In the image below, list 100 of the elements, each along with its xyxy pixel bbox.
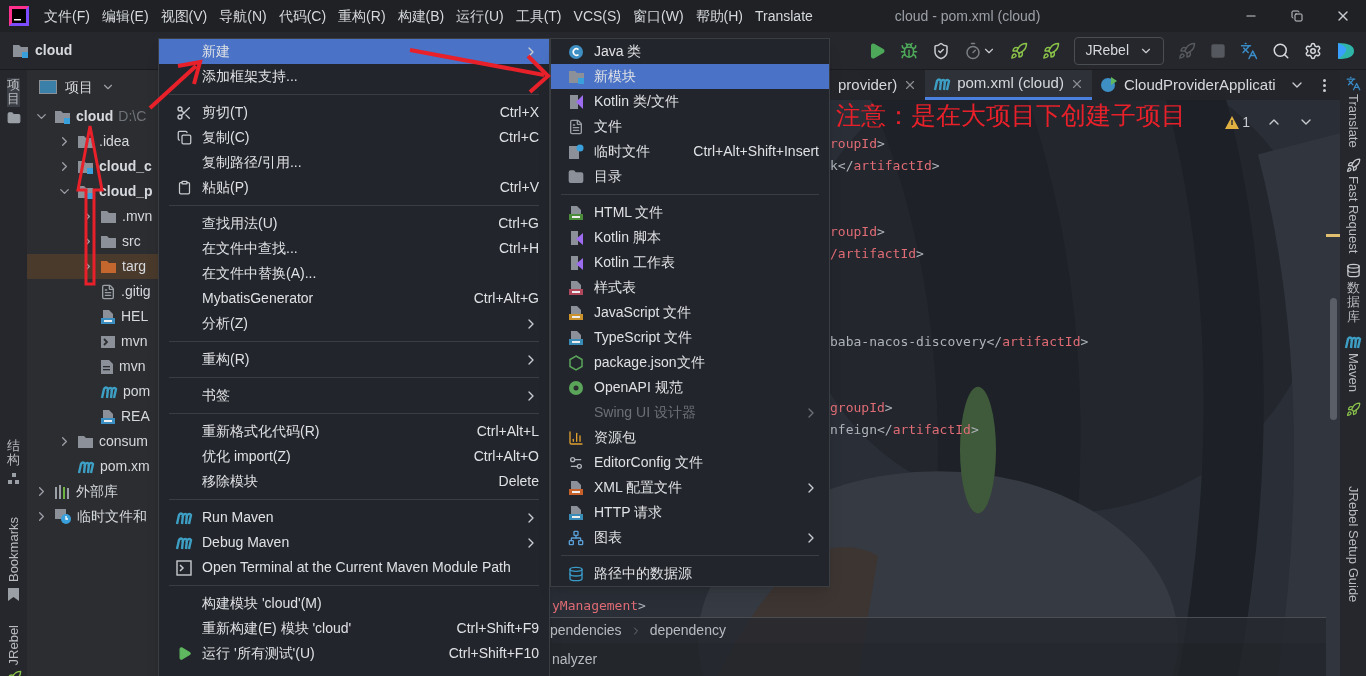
menu-bar-item[interactable]: 运行(U) (456, 5, 504, 27)
menu-item[interactable]: 新建 (159, 39, 549, 64)
menu-bar-item[interactable]: 文件(F) (44, 5, 90, 27)
tool-window-button[interactable]: 数据库 (1346, 281, 1360, 324)
menu-item[interactable]: 优化 import(Z) Ctrl+Alt+O (159, 444, 549, 469)
menu-item[interactable]: Kotlin 工作表 (551, 250, 829, 275)
tree-item[interactable]: cloud_c (27, 154, 158, 179)
translate-icon[interactable] (1240, 41, 1258, 60)
menu-item[interactable]: 新模块 (551, 64, 829, 89)
menu-item[interactable]: EditorConfig 文件 (551, 450, 829, 475)
menu-item[interactable]: 在文件中查找... Ctrl+H (159, 236, 549, 261)
tree-item[interactable]: pom.xm (27, 454, 158, 479)
maven-strip-icon[interactable] (1344, 333, 1362, 350)
editor-tab[interactable]: provider) (830, 70, 926, 100)
menu-item[interactable]: 重构(R) (159, 347, 549, 372)
panel-title[interactable]: 项目 (65, 76, 93, 98)
coverage-icon[interactable] (932, 41, 951, 60)
editor-tab[interactable]: pom.xml (cloud) (925, 70, 1092, 100)
menu-bar-item[interactable]: 窗口(W) (633, 5, 684, 27)
menu-item[interactable]: 路径中的数据源 (551, 561, 829, 586)
tree-item[interactable]: HEL (27, 304, 158, 329)
menu-item[interactable]: 剪切(T) Ctrl+X (159, 100, 549, 125)
menu-bar-item[interactable]: 视图(V) (160, 5, 208, 27)
menu-item[interactable]: 图表 (551, 525, 829, 550)
menu-item[interactable]: TypeScript 文件 (551, 325, 829, 350)
tree-item[interactable]: 外部库 (27, 479, 158, 504)
tool-window-tab[interactable]: nalyzer (552, 649, 598, 670)
editor-tab[interactable]: CloudProviderApplicati (1091, 70, 1284, 100)
menu-item[interactable]: 运行 '所有测试'(U) Ctrl+Shift+F10 (159, 641, 549, 666)
rocket-icon[interactable] (1345, 157, 1361, 173)
more-icon[interactable] (1323, 78, 1326, 92)
menu-item[interactable]: Run Maven (159, 505, 549, 530)
translate-icon[interactable] (1345, 76, 1361, 91)
warning-icon[interactable] (1225, 115, 1240, 129)
tool-window-button[interactable]: Bookmarks (3, 517, 24, 583)
menu-item[interactable]: 重新格式化代码(R) Ctrl+Alt+L (159, 419, 549, 444)
menu-bar-item[interactable]: 导航(N) (219, 5, 267, 27)
menu-item[interactable]: 复制路径/引用... (159, 150, 549, 175)
menu-item[interactable]: 书签 (159, 383, 549, 408)
menu-item[interactable]: 在文件中替换(A)... (159, 261, 549, 286)
menu-bar-item[interactable]: VCS(S) (573, 5, 621, 27)
debug-icon[interactable] (900, 41, 919, 60)
tree-item[interactable]: mvn (27, 329, 158, 354)
menu-item[interactable]: 移除模块 Delete (159, 469, 549, 494)
menu-item[interactable]: 分析(Z) (159, 311, 549, 336)
menu-bar-item[interactable]: Translate (755, 5, 813, 27)
menu-bar-item[interactable]: 构建(B) (397, 5, 445, 27)
menu-item[interactable]: MybatisGenerator Ctrl+Alt+G (159, 286, 549, 311)
plugin-logo-icon[interactable] (1336, 40, 1356, 61)
menu-item[interactable]: Kotlin 脚本 (551, 225, 829, 250)
tool-window-button[interactable]: JRebel (3, 625, 24, 666)
run-icon[interactable] (868, 41, 887, 60)
tree-item[interactable]: .mvn (27, 204, 158, 229)
menu-item[interactable]: package.json文件 (551, 350, 829, 375)
tree-item[interactable]: consum (27, 429, 158, 454)
tree-item[interactable]: .idea (27, 129, 158, 154)
settings-icon[interactable] (1304, 41, 1322, 60)
tree-item[interactable]: .gitig (27, 279, 158, 304)
tool-window-button[interactable]: Fast Request (1343, 175, 1363, 254)
menu-item[interactable]: Open Terminal at the Current Maven Module Path (159, 555, 549, 580)
menu-item[interactable]: 临时文件 Ctrl+Alt+Shift+Insert (551, 139, 829, 164)
menu-item[interactable]: Java 类 (551, 39, 829, 64)
run-config-dropdown[interactable]: JRebel (1074, 36, 1164, 65)
rocket-icon[interactable] (1345, 401, 1361, 417)
tree-item[interactable]: 临时文件和 (27, 504, 158, 529)
tool-window-button[interactable]: JRebel Setup Guide (1343, 485, 1363, 603)
menu-item[interactable]: 粘贴(P) Ctrl+V (159, 175, 549, 200)
menu-item[interactable]: HTML 文件 (551, 200, 829, 225)
structure-icon[interactable] (7, 473, 20, 486)
tool-window-button[interactable]: 项目 (7, 78, 20, 107)
menu-item[interactable]: Debug Maven (159, 530, 549, 555)
database-icon[interactable] (1345, 263, 1361, 279)
menu-item[interactable]: 文件 (551, 114, 829, 139)
breadcrumb-item[interactable]: pendencies (550, 620, 622, 641)
tree-item[interactable]: mvn (27, 354, 158, 379)
search-icon[interactable] (1272, 41, 1290, 60)
menu-item[interactable]: 查找用法(U) Ctrl+G (159, 211, 549, 236)
tree-item[interactable]: pom (27, 379, 158, 404)
tree-item[interactable]: src (27, 229, 158, 254)
tree-item[interactable]: cloud D:\C (27, 104, 158, 129)
tree-item[interactable]: REA (27, 404, 158, 429)
menu-bar-item[interactable]: 代码(C) (278, 5, 327, 27)
menu-bar-item[interactable]: 工具(T) (515, 5, 562, 27)
tool-window-button[interactable]: Translate (1343, 94, 1363, 148)
rocket-run-icon[interactable] (1010, 41, 1029, 60)
menu-bar-item[interactable]: 编辑(E) (101, 5, 149, 27)
profiler-icon[interactable] (964, 41, 983, 60)
scrollbar-thumb[interactable] (1330, 298, 1337, 420)
tool-window-button[interactable]: 结构 (7, 438, 20, 468)
menu-item[interactable]: 添加框架支持... (159, 64, 549, 89)
menu-item[interactable]: 资源包 (551, 425, 829, 450)
menu-item[interactable]: JavaScript 文件 (551, 300, 829, 325)
project-name[interactable]: cloud (35, 40, 73, 61)
menu-item[interactable]: 样式表 (551, 275, 829, 300)
menu-item[interactable]: Kotlin 类/文件 (551, 89, 829, 114)
menu-bar-item[interactable]: 帮助(H) (695, 5, 743, 27)
menu-item[interactable]: 重新构建(E) 模块 'cloud' Ctrl+Shift+F9 (159, 616, 549, 641)
menu-item[interactable]: 目录 (551, 164, 829, 189)
menu-item[interactable]: 复制(C) Ctrl+C (159, 125, 549, 150)
menu-item[interactable]: 构建模块 'cloud'(M) (159, 591, 549, 616)
